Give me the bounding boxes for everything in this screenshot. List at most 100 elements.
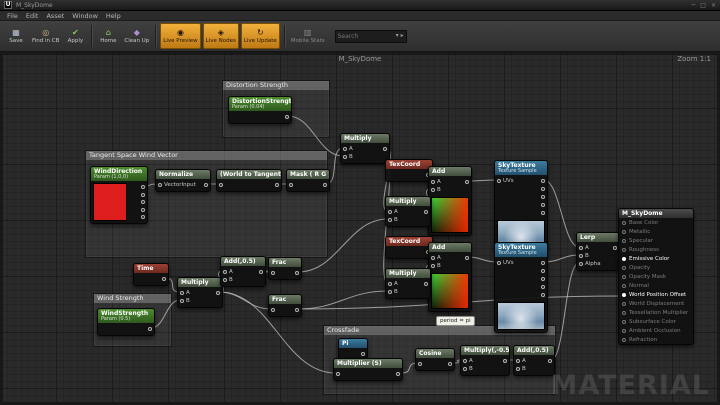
output-pin[interactable] <box>259 270 263 274</box>
input-pin[interactable]: A <box>431 255 441 261</box>
input-pin[interactable]: B <box>388 217 398 223</box>
node-mask-rg[interactable]: Mask ( R G ) <box>286 169 330 192</box>
output-pin[interactable] <box>295 271 299 275</box>
input-pin[interactable]: A <box>463 358 473 364</box>
output-pin[interactable] <box>541 187 545 191</box>
output-pin[interactable] <box>541 269 545 273</box>
material-pin-normal[interactable]: Normal <box>619 281 693 290</box>
output-pin[interactable] <box>424 210 428 214</box>
output-pin[interactable] <box>541 211 545 215</box>
menu-asset[interactable]: Asset <box>42 12 68 20</box>
node-add-half-time[interactable]: Add(,0.5)AB <box>220 256 266 287</box>
output-pin[interactable] <box>465 256 469 260</box>
input-pin[interactable] <box>219 183 223 187</box>
input-pin[interactable]: B <box>431 187 441 193</box>
input-pin[interactable]: B <box>388 289 398 295</box>
node-multiply-time[interactable]: MultiplyAB <box>177 277 223 308</box>
node-add-uv-a[interactable]: AddAB <box>428 166 472 236</box>
menu-file[interactable]: File <box>3 12 22 20</box>
output-pin[interactable] <box>361 352 365 356</box>
node-multiply-uv-a[interactable]: MultiplyAB <box>385 196 431 227</box>
node-wind-direction[interactable]: WindDirectionParam (1,0,0) <box>90 166 148 224</box>
input-pin[interactable] <box>271 271 275 275</box>
node-frac-b[interactable]: Frac <box>268 294 302 317</box>
output-pin[interactable] <box>275 183 279 187</box>
node-sky-texture-a[interactable]: SkyTextureTexture SampleUVs <box>494 160 548 251</box>
node-multiply-neg-half[interactable]: Multiply(,-0.5)AB <box>460 345 510 376</box>
node-wind-strength[interactable]: WindStrengthParam (0.5) <box>97 308 155 336</box>
search-dropdown-icon[interactable]: ▾ <box>396 33 399 39</box>
input-pin[interactable]: B <box>431 263 441 269</box>
material-pin-world-displacement[interactable]: World Displacement <box>619 299 693 308</box>
input-pin[interactable]: A <box>388 209 398 215</box>
node-time[interactable]: Time <box>133 263 169 286</box>
material-pin-subsurface-color[interactable]: Subsurface Color <box>619 317 693 326</box>
material-pin-ambient-occlusion[interactable]: Ambient Occlusion <box>619 326 693 335</box>
node-add-uv-b[interactable]: AddAB <box>428 242 472 312</box>
node-graph-canvas[interactable]: M_SkyDome Zoom 1:1 Distortion StrengthTa… <box>0 52 720 405</box>
input-pin[interactable]: B <box>463 366 473 372</box>
output-pin[interactable] <box>541 261 545 265</box>
save-button[interactable]: ▦Save <box>4 23 28 49</box>
output-pin[interactable] <box>148 327 152 331</box>
input-pin[interactable]: A <box>516 358 526 364</box>
input-pin[interactable]: B <box>180 298 190 304</box>
node-lerp[interactable]: LerpABAlpha <box>576 232 620 271</box>
search-input[interactable] <box>338 33 394 40</box>
node-multiply-distortion[interactable]: MultiplyAB <box>340 133 390 164</box>
input-pin[interactable]: VectorInput <box>158 182 196 188</box>
node-distortion-strength[interactable]: DistortionStrengthParam (0.04) <box>228 96 292 124</box>
node-cosine[interactable]: Cosine <box>415 348 455 371</box>
node-texcoord-b[interactable]: TexCoord <box>385 236 433 259</box>
output-pin[interactable] <box>541 277 545 281</box>
maximize-button[interactable]: □ <box>700 2 706 9</box>
graph-search[interactable]: ▾ ▸ <box>335 30 407 43</box>
title-bar[interactable]: U M_SkyDome ─□× <box>0 0 720 11</box>
material-pin-refraction[interactable]: Refraction <box>619 335 693 344</box>
menu-help[interactable]: Help <box>102 12 125 20</box>
node-world-to-tangent[interactable]: (World to Tangent) <box>216 169 282 192</box>
material-pin-metallic[interactable]: Metallic <box>619 227 693 236</box>
output-pin[interactable] <box>162 277 166 281</box>
material-pin-base-color[interactable]: Base Color <box>619 218 693 227</box>
node-multiply-uv-b[interactable]: MultiplyAB <box>385 268 431 299</box>
search-go-icon[interactable]: ▸ <box>401 33 404 39</box>
node-normalize[interactable]: NormalizeVectorInput <box>155 169 211 192</box>
input-pin[interactable]: A <box>388 281 398 287</box>
output-pin[interactable] <box>503 359 507 363</box>
output-pin[interactable] <box>541 293 545 297</box>
output-pin[interactable] <box>465 180 469 184</box>
find-in-cb-button[interactable]: ◎Find in CB <box>30 23 61 49</box>
input-pin[interactable] <box>271 308 275 312</box>
live-nodes-button[interactable]: ◈Live Nodes <box>203 23 239 49</box>
input-pin[interactable] <box>289 183 293 187</box>
node-material-output[interactable]: M_SkyDomeBase ColorMetallicSpecularRough… <box>618 208 694 345</box>
input-pin[interactable]: B <box>223 277 233 283</box>
input-pin[interactable]: A <box>431 179 441 185</box>
input-pin[interactable]: B <box>579 253 589 259</box>
node-texcoord-a[interactable]: TexCoord <box>385 159 433 182</box>
node-add-half[interactable]: Add(,0.5)AB <box>513 345 555 376</box>
live-update-button[interactable]: ↻Live Update <box>241 23 280 49</box>
menu-window[interactable]: Window <box>68 12 102 20</box>
input-pin[interactable]: UVs <box>497 178 514 184</box>
material-pin-tessellation-multiplier[interactable]: Tessellation Multiplier <box>619 308 693 317</box>
node-multiplier[interactable]: Multiplier (S) <box>333 358 403 381</box>
input-pin[interactable] <box>336 372 340 376</box>
close-button[interactable]: × <box>711 2 716 9</box>
output-pin[interactable] <box>541 195 545 199</box>
material-pin-specular[interactable]: Specular <box>619 236 693 245</box>
output-pin[interactable] <box>448 362 452 366</box>
material-pin-emissive-color[interactable]: Emissive Color <box>619 254 693 263</box>
color-swatch-preview[interactable] <box>93 183 127 221</box>
output-pin[interactable] <box>295 308 299 312</box>
output-pin[interactable] <box>541 285 545 289</box>
apply-button[interactable]: ✔Apply <box>63 23 87 49</box>
output-pin[interactable] <box>396 372 400 376</box>
output-pin[interactable] <box>541 179 545 183</box>
menu-edit[interactable]: Edit <box>22 12 43 20</box>
output-pin[interactable] <box>216 291 220 295</box>
node-frac-a[interactable]: Frac <box>268 257 302 280</box>
material-pin-opacity-mask[interactable]: Opacity Mask <box>619 272 693 281</box>
input-pin[interactable]: B <box>516 366 526 372</box>
